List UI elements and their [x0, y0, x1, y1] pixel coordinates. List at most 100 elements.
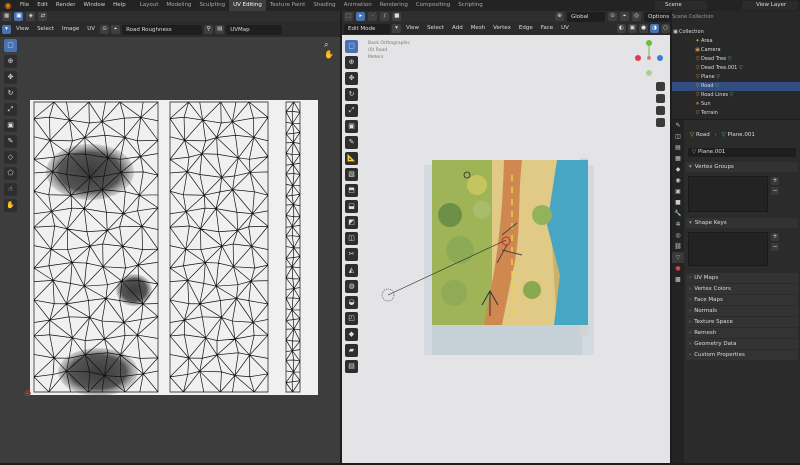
viewport-annotate-icon[interactable]: ✎: [345, 136, 358, 149]
mesh-data-tab-icon[interactable]: ▽: [672, 252, 684, 263]
xray-icon[interactable]: ▣: [627, 24, 637, 33]
select-box-tool-icon[interactable]: ▢: [4, 39, 17, 52]
viewport-menu-mesh[interactable]: Mesh: [468, 23, 488, 34]
material-tab-icon[interactable]: ●: [672, 263, 684, 274]
navigation-gizmo[interactable]: [632, 36, 666, 130]
tab-shading[interactable]: Shading: [309, 0, 339, 11]
loop-cut-icon[interactable]: ◫: [345, 232, 358, 245]
edge-slide-icon[interactable]: ◰: [345, 312, 358, 325]
proportional-edit-icon[interactable]: ◎: [632, 12, 641, 21]
world-tab-icon[interactable]: ◉: [672, 175, 684, 186]
rotate-tool-icon[interactable]: ↻: [4, 87, 17, 100]
collection-tab-icon[interactable]: ▣: [672, 186, 684, 197]
view-layer-tab-icon[interactable]: ▦: [672, 153, 684, 164]
viewport-transform-icon[interactable]: ▣: [345, 120, 358, 133]
remove-vertex-group-button[interactable]: −: [771, 187, 779, 195]
tool-tab-icon[interactable]: ✎: [672, 120, 684, 131]
outliner-collection[interactable]: ▣Collection: [672, 28, 800, 37]
snap-icon[interactable]: ⌖: [111, 25, 121, 34]
menu-window[interactable]: Window: [79, 0, 109, 11]
outliner-item-road[interactable]: ▽ Road ▽: [672, 82, 800, 91]
scene-selector[interactable]: Scene: [655, 1, 707, 10]
vertex-mode-icon[interactable]: ·: [368, 12, 378, 21]
editor-type-icon[interactable]: ▦: [2, 12, 12, 21]
pinch-tool-icon[interactable]: ✋: [4, 199, 17, 212]
panel-normals[interactable]: › Normals: [686, 306, 798, 316]
panel-face-maps[interactable]: › Face Maps: [686, 295, 798, 305]
outliner-item-dead-tree[interactable]: ▽ Dead Tree ▽: [672, 55, 800, 64]
snap-toggle-icon[interactable]: ⌖: [620, 12, 629, 21]
viewport-menu-select[interactable]: Select: [424, 23, 447, 34]
add-shape-key-button[interactable]: +: [771, 233, 779, 241]
outliner-item-dead-tree-001[interactable]: ▽ Dead Tree.001 ▽: [672, 64, 800, 73]
add-vertex-group-button[interactable]: +: [771, 177, 779, 185]
panel-custom-properties[interactable]: › Custom Properties: [686, 350, 798, 360]
panel-uv-maps[interactable]: › UV Maps: [686, 273, 798, 283]
remove-shape-key-button[interactable]: −: [771, 243, 779, 251]
viewport-menu-uv[interactable]: UV: [558, 23, 572, 34]
viewport-menu-vertex[interactable]: Vertex: [490, 23, 514, 34]
particles-tab-icon[interactable]: ✲: [672, 219, 684, 230]
viewport-menu-view[interactable]: View: [403, 23, 422, 34]
panel-vertex-groups[interactable]: ▾ Vertex Groups: [686, 162, 798, 172]
menu-edit[interactable]: Edit: [33, 0, 52, 11]
viewport-menu-edge[interactable]: Edge: [516, 23, 536, 34]
spin-icon[interactable]: ◍: [345, 280, 358, 293]
vertex-groups-list[interactable]: [688, 176, 768, 212]
extrude-icon[interactable]: ⬒: [345, 184, 358, 197]
rip-tool-icon[interactable]: ◇: [4, 151, 17, 164]
outliner-item-camera[interactable]: ▣Camera: [672, 46, 800, 55]
poly-build-icon[interactable]: ◭: [345, 264, 358, 277]
uv-select-mode-icon[interactable]: ▣: [14, 12, 24, 21]
pin-icon[interactable]: ⚲: [204, 25, 214, 34]
uv-menu-select[interactable]: Select: [34, 24, 57, 35]
select-mode-icon[interactable]: ▸: [356, 12, 366, 21]
blender-logo-icon[interactable]: ◉: [3, 1, 13, 10]
panel-geometry-data[interactable]: › Geometry Data: [686, 339, 798, 349]
scene-tab-icon[interactable]: ◆: [672, 164, 684, 175]
constraints-tab-icon[interactable]: ⛓: [672, 241, 684, 252]
panel-remesh[interactable]: › Remesh: [686, 328, 798, 338]
tab-animation[interactable]: Animation: [340, 0, 376, 11]
panel-shape-keys[interactable]: ▾ Shape Keys: [686, 218, 798, 228]
outliner-item-terrain[interactable]: ▽ Terrain: [672, 109, 800, 118]
viewport-scale-icon[interactable]: ⤢: [345, 104, 358, 117]
add-cube-icon[interactable]: ▧: [345, 168, 358, 181]
mode-select[interactable]: Edit Mode: [344, 23, 390, 34]
object-tab-icon[interactable]: ■: [672, 197, 684, 208]
uv-menu-image[interactable]: Image: [59, 24, 82, 35]
tab-rendering[interactable]: Rendering: [376, 0, 412, 11]
transform-tool-icon[interactable]: ▣: [4, 119, 17, 132]
panel-vertex-colors[interactable]: › Vertex Colors: [686, 284, 798, 294]
modifier-tab-icon[interactable]: 🔧: [672, 208, 684, 219]
face-mode-icon[interactable]: ■: [392, 12, 402, 21]
edge-mode-icon[interactable]: /: [380, 12, 390, 21]
viewport-rotate-icon[interactable]: ↻: [345, 88, 358, 101]
smooth-icon[interactable]: ◒: [345, 296, 358, 309]
image-name-field[interactable]: Road Roughness: [122, 24, 203, 35]
overlay-icon[interactable]: ◐: [616, 24, 626, 33]
orientation-select[interactable]: Global: [567, 11, 605, 22]
outliner-item-area[interactable]: ✦Area: [672, 37, 800, 46]
shrink-fatten-icon[interactable]: ◆: [345, 328, 358, 341]
pivot-icon[interactable]: ⊙: [100, 25, 110, 34]
texture-tab-icon[interactable]: ▩: [672, 274, 684, 285]
panel-texture-space[interactable]: › Texture Space: [686, 317, 798, 327]
menu-render[interactable]: Render: [52, 0, 80, 11]
tab-layout[interactable]: Layout: [136, 0, 163, 11]
uv-menu-uv[interactable]: UV: [84, 24, 98, 35]
outliner-scene-collection[interactable]: Scene Collection: [672, 13, 800, 22]
shading-material-icon[interactable]: ◑: [650, 24, 659, 33]
tab-compositing[interactable]: Compositing: [412, 0, 454, 11]
pivot-point-icon[interactable]: ⊙: [608, 12, 617, 21]
move-tool-icon[interactable]: ✥: [4, 71, 17, 84]
outliner-item-road-lines[interactable]: ▽ Road Lines ▽: [672, 91, 800, 100]
view-layer-selector[interactable]: View Layer: [742, 1, 798, 10]
tab-sculpting[interactable]: Sculpting: [195, 0, 229, 11]
cursor-tool-icon[interactable]: ⊕: [4, 55, 17, 68]
orientation-icon[interactable]: ⊕: [555, 12, 564, 21]
shear-icon[interactable]: ▰: [345, 344, 358, 357]
tab-texture-paint[interactable]: Texture Paint: [266, 0, 310, 11]
viewport-select-icon[interactable]: ▢: [345, 40, 358, 53]
tab-uv-editing[interactable]: UV Editing: [229, 0, 266, 11]
